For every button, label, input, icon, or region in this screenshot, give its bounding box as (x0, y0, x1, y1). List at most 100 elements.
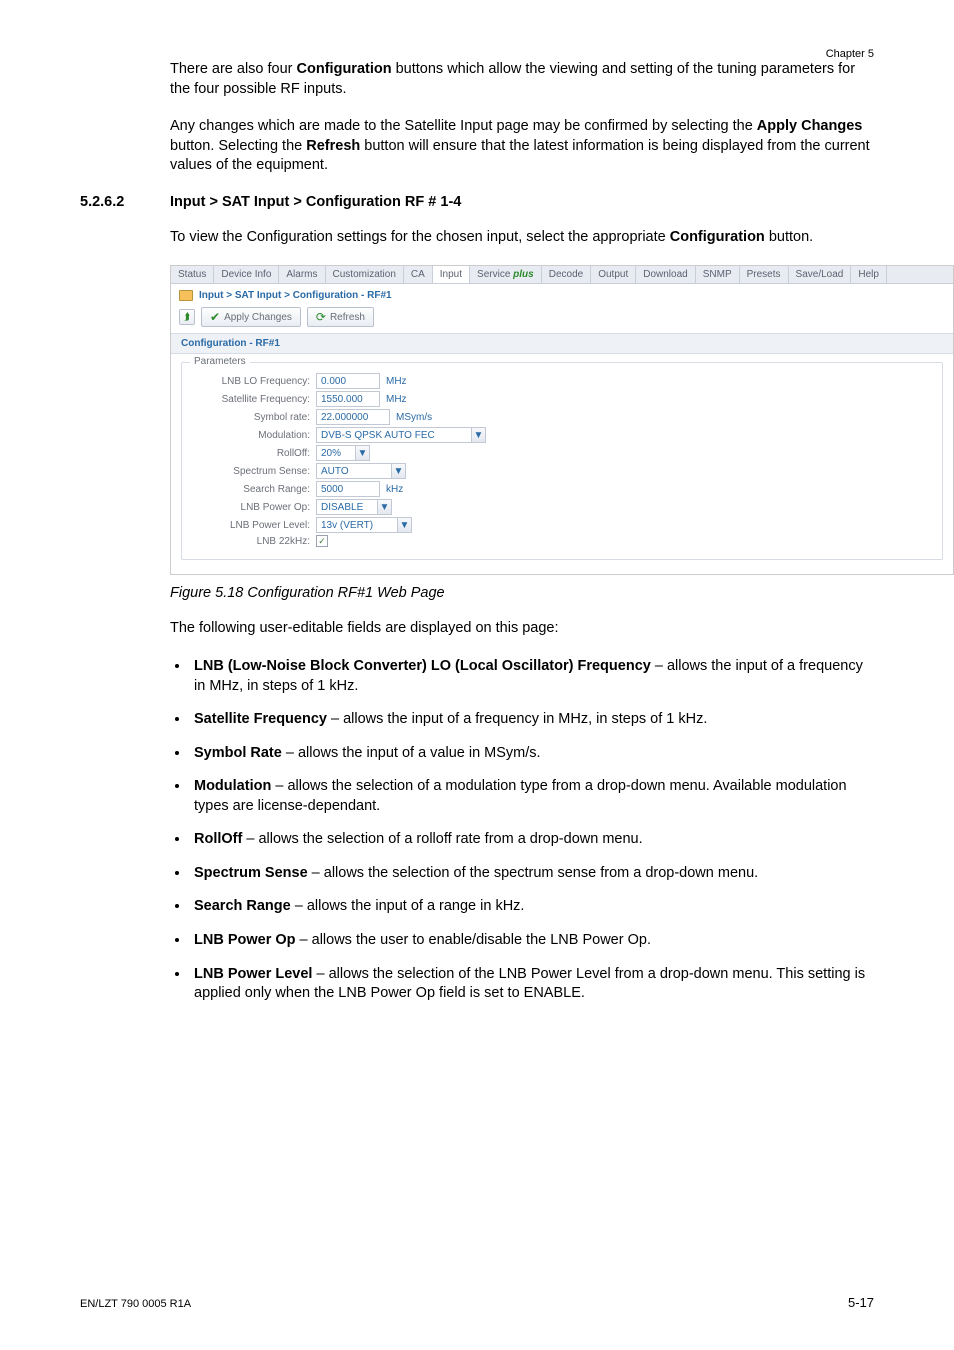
label-symbol-rate: Symbol rate: (192, 412, 310, 423)
tab-status[interactable]: Status (171, 266, 214, 283)
text: button. (765, 229, 813, 245)
text-bold: LNB (Low-Noise Block Converter) LO (Loca… (194, 658, 651, 674)
tab-customization[interactable]: Customization (326, 266, 404, 283)
tab-input[interactable]: Input (433, 266, 470, 283)
text-bold: Modulation (194, 778, 271, 794)
row-lnb-22khz: LNB 22kHz: ✓ (192, 535, 932, 547)
label-search-range: Search Range: (192, 484, 310, 495)
footer-doc-id: EN/LZT 790 0005 R1A (80, 1298, 191, 1310)
tab-service-plus[interactable]: Service plus (470, 266, 542, 283)
chevron-down-icon: ▼ (397, 518, 411, 532)
refresh-button[interactable]: ⟳Refresh (307, 307, 374, 327)
list-item: Search Range – allows the input of a ran… (190, 897, 874, 917)
tab-plus-label: plus (513, 269, 534, 280)
label-lnb-power-level: LNB Power Level: (192, 520, 310, 531)
row-symbol-rate: Symbol rate: MSym/s (192, 409, 932, 425)
text-bold: Refresh (306, 138, 360, 154)
chevron-down-icon: ▼ (355, 446, 369, 460)
select-rolloff[interactable]: 20% ▼ (316, 445, 370, 461)
select-modulation-value: DVB-S QPSK AUTO FEC (317, 430, 439, 441)
nav-up-button[interactable]: ⮭ (179, 309, 195, 325)
text: – allows the user to enable/disable the … (296, 932, 651, 948)
tab-download[interactable]: Download (636, 266, 695, 283)
text-bold: Apply Changes (757, 118, 863, 134)
unit-mhz: MHz (386, 376, 407, 387)
parameters-legend: Parameters (190, 356, 250, 367)
label-lnb-power-op: LNB Power Op: (192, 502, 310, 513)
parameters-fieldset: Parameters LNB LO Frequency: MHz Satelli… (181, 362, 943, 560)
text-bold: Configuration (670, 229, 765, 245)
toolbar: ⮭ ✔Apply Changes ⟳Refresh (171, 303, 953, 333)
select-lnb-power-level-value: 13v (VERT) (317, 520, 377, 531)
text: – allows the input of a range in kHz. (291, 898, 525, 914)
select-lnb-power-op-value: DISABLE (317, 502, 367, 513)
row-lnb-power-op: LNB Power Op: DISABLE ▼ (192, 499, 932, 515)
text-bold: Search Range (194, 898, 291, 914)
text-bold: Satellite Frequency (194, 711, 327, 727)
text: Any changes which are made to the Satell… (170, 118, 757, 134)
chapter-label: Chapter 5 (826, 48, 874, 60)
checkbox-lnb-22khz[interactable]: ✓ (316, 535, 328, 547)
row-search-range: Search Range: kHz (192, 481, 932, 497)
label-sat-freq: Satellite Frequency: (192, 394, 310, 405)
app-window: Status Device Info Alarms Customization … (170, 265, 954, 575)
section-heading-row: 5.2.6.2 Input > SAT Input > Configuratio… (80, 194, 874, 210)
list-item: LNB Power Level – allows the selection o… (190, 965, 874, 1004)
row-rolloff: RollOff: 20% ▼ (192, 445, 932, 461)
tab-device-info[interactable]: Device Info (214, 266, 279, 283)
row-spectrum: Spectrum Sense: AUTO ▼ (192, 463, 932, 479)
list-item: RollOff – allows the selection of a roll… (190, 830, 874, 850)
text: – allows the input of a value in MSym/s. (282, 745, 541, 761)
tab-output[interactable]: Output (591, 266, 636, 283)
intro-paragraph-3: To view the Configuration settings for t… (170, 228, 874, 248)
refresh-icon: ⟳ (316, 310, 326, 324)
row-lnb-lo: LNB LO Frequency: MHz (192, 373, 932, 389)
list-item: Modulation – allows the selection of a m… (190, 777, 874, 816)
tab-alarms[interactable]: Alarms (279, 266, 325, 283)
list-item: Symbol Rate – allows the input of a valu… (190, 744, 874, 764)
input-lnb-lo[interactable] (316, 373, 380, 389)
figure-caption: Figure 5.18 Configuration RF#1 Web Page (170, 585, 874, 601)
input-search-range[interactable] (316, 481, 380, 497)
text-bold: Spectrum Sense (194, 865, 308, 881)
tab-decode[interactable]: Decode (542, 266, 591, 283)
text: – allows the selection of the spectrum s… (308, 865, 759, 881)
list-item: Satellite Frequency – allows the input o… (190, 710, 874, 730)
following-text: The following user-editable fields are d… (170, 619, 874, 639)
label-modulation: Modulation: (192, 430, 310, 441)
unit-khz: kHz (386, 484, 403, 495)
tab-ca[interactable]: CA (404, 266, 433, 283)
chevron-down-icon: ▼ (377, 500, 391, 514)
chevron-down-icon: ▼ (391, 464, 405, 478)
select-spectrum-value: AUTO (317, 466, 353, 477)
intro-paragraph-2: Any changes which are made to the Satell… (170, 117, 874, 176)
breadcrumb: Input > SAT Input > Configuration - RF#1 (199, 290, 392, 301)
unit-msyms: MSym/s (396, 412, 432, 423)
select-lnb-power-level[interactable]: 13v (VERT) ▼ (316, 517, 412, 533)
select-rolloff-value: 20% (317, 448, 345, 459)
tab-service-label: Service (477, 269, 510, 280)
chevron-down-icon: ▼ (471, 428, 485, 442)
text-bold: LNB Power Op (194, 932, 296, 948)
folder-icon (179, 290, 193, 301)
label-lnb-22khz: LNB 22kHz: (192, 536, 310, 547)
apply-label: Apply Changes (224, 312, 292, 323)
list-item: Spectrum Sense – allows the selection of… (190, 864, 874, 884)
input-symbol-rate[interactable] (316, 409, 390, 425)
row-modulation: Modulation: DVB-S QPSK AUTO FEC ▼ (192, 427, 932, 443)
section-number: 5.2.6.2 (80, 194, 170, 210)
select-modulation[interactable]: DVB-S QPSK AUTO FEC ▼ (316, 427, 486, 443)
tab-bar: Status Device Info Alarms Customization … (171, 266, 953, 284)
input-sat-freq[interactable] (316, 391, 380, 407)
tab-presets[interactable]: Presets (740, 266, 789, 283)
select-lnb-power-op[interactable]: DISABLE ▼ (316, 499, 392, 515)
select-spectrum[interactable]: AUTO ▼ (316, 463, 406, 479)
text: – allows the input of a frequency in MHz… (327, 711, 707, 727)
tab-snmp[interactable]: SNMP (696, 266, 740, 283)
apply-changes-button[interactable]: ✔Apply Changes (201, 307, 301, 327)
text-bold: Configuration (297, 61, 392, 77)
tab-save-load[interactable]: Save/Load (789, 266, 852, 283)
panel-title: Configuration - RF#1 (171, 333, 953, 354)
tab-help[interactable]: Help (851, 266, 887, 283)
text: – allows the selection of a rolloff rate… (242, 831, 642, 847)
